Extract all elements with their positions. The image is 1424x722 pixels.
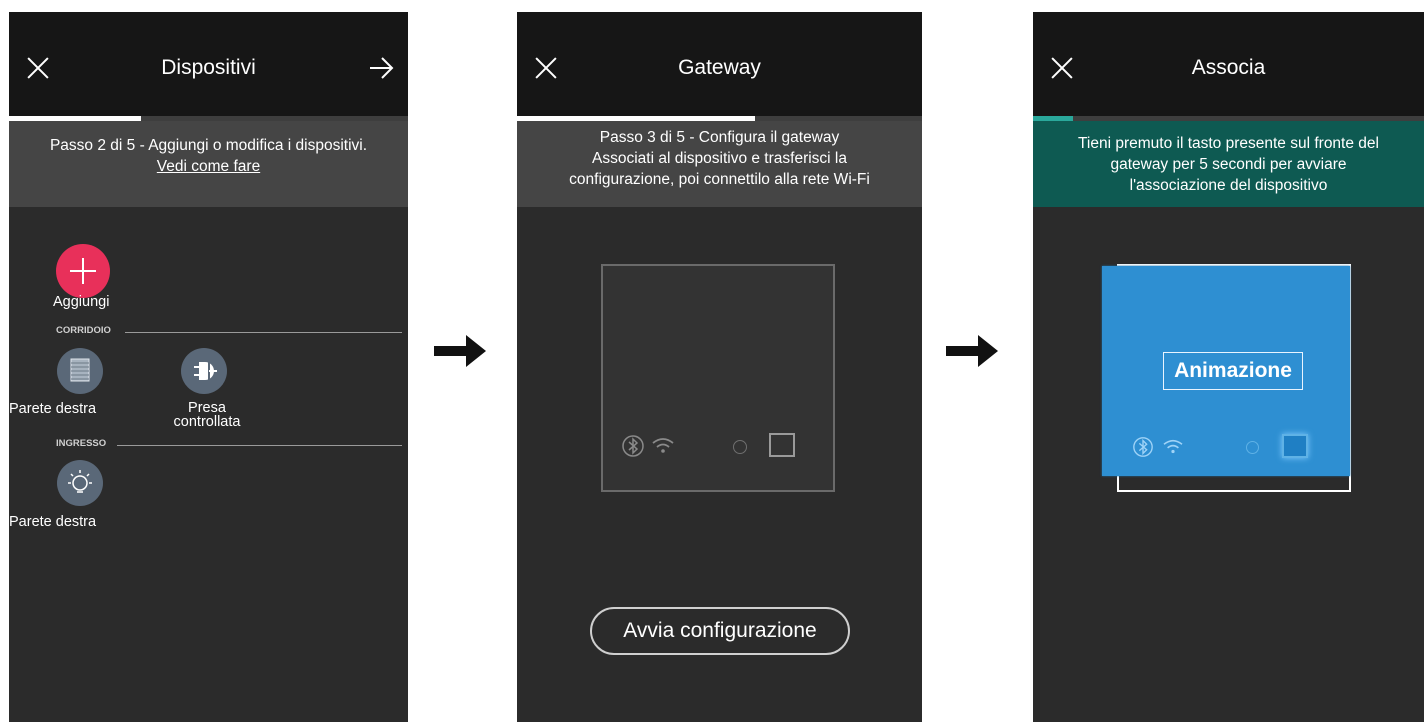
header-bar: Gateway <box>517 12 922 116</box>
status-led-icon <box>733 440 747 454</box>
animation-label: Animazione <box>1163 352 1303 390</box>
step-info: Passo 3 di 5 - Configura il gateway Asso… <box>517 121 922 207</box>
plug-icon[interactable] <box>181 348 227 394</box>
gateway-button-icon[interactable] <box>1282 434 1308 458</box>
step-text: l'associazione del dispositivo <box>1129 177 1328 194</box>
flow-arrow-icon <box>434 335 486 367</box>
bluetooth-icon <box>622 435 644 457</box>
step-text: configurazione, poi connettilo alla rete… <box>569 171 870 188</box>
device-label: Presa controllata <box>167 400 247 430</box>
section-divider <box>117 445 402 446</box>
flow-arrow-icon <box>946 335 998 367</box>
add-label: Aggiungi <box>53 294 110 310</box>
screen-gateway: Gateway Passo 3 di 5 - Configura il gate… <box>517 12 922 722</box>
section-label: INGRESSO <box>56 438 107 449</box>
bluetooth-icon <box>1133 437 1153 457</box>
step-info: Passo 2 di 5 - Aggiungi o modifica i dis… <box>9 121 408 207</box>
step-text: Associati al dispositivo e trasferisci l… <box>592 150 847 167</box>
wifi-icon <box>652 438 674 453</box>
help-link[interactable]: Vedi come fare <box>9 156 408 177</box>
section-label: CORRIDOIO <box>56 325 111 336</box>
status-led-icon <box>1246 441 1259 454</box>
gateway-device <box>601 264 835 492</box>
add-device-button[interactable] <box>56 244 110 298</box>
section-divider <box>125 332 402 333</box>
step-text: Passo 2 di 5 - Aggiungi o modifica i dis… <box>49 137 368 154</box>
light-bulb-icon[interactable] <box>57 460 103 506</box>
screen-associa: Associa Tieni premuto il tasto presente … <box>1033 12 1424 722</box>
device-label-line: Presa <box>188 400 226 416</box>
step-text: Passo 3 di 5 - Configura il gateway <box>599 129 840 146</box>
page-title: Associa <box>1191 56 1266 79</box>
device-label: Parete destra <box>9 514 97 530</box>
step-text: gateway per 5 secondi per avviare <box>1110 156 1347 173</box>
header-bar: Associa <box>1033 12 1424 116</box>
gateway-button-icon[interactable] <box>769 433 795 457</box>
device-label: Parete destra <box>9 401 97 417</box>
header-bar: Dispositivi <box>9 12 408 116</box>
screen-dispositivi: Dispositivi Passo 2 di 5 - Aggiungi o mo… <box>9 12 408 722</box>
arrow-right-icon[interactable] <box>366 56 396 80</box>
device-label-line: controllata <box>173 414 241 430</box>
start-configuration-button[interactable]: Avvia configurazione <box>590 607 850 655</box>
step-info: Tieni premuto il tasto presente sul fron… <box>1033 121 1424 207</box>
page-title: Dispositivi <box>161 56 256 79</box>
blind-icon[interactable] <box>57 348 103 394</box>
page-title: Gateway <box>678 56 761 79</box>
step-text: Tieni premuto il tasto presente sul fron… <box>1078 135 1379 152</box>
wifi-icon <box>1163 439 1183 454</box>
